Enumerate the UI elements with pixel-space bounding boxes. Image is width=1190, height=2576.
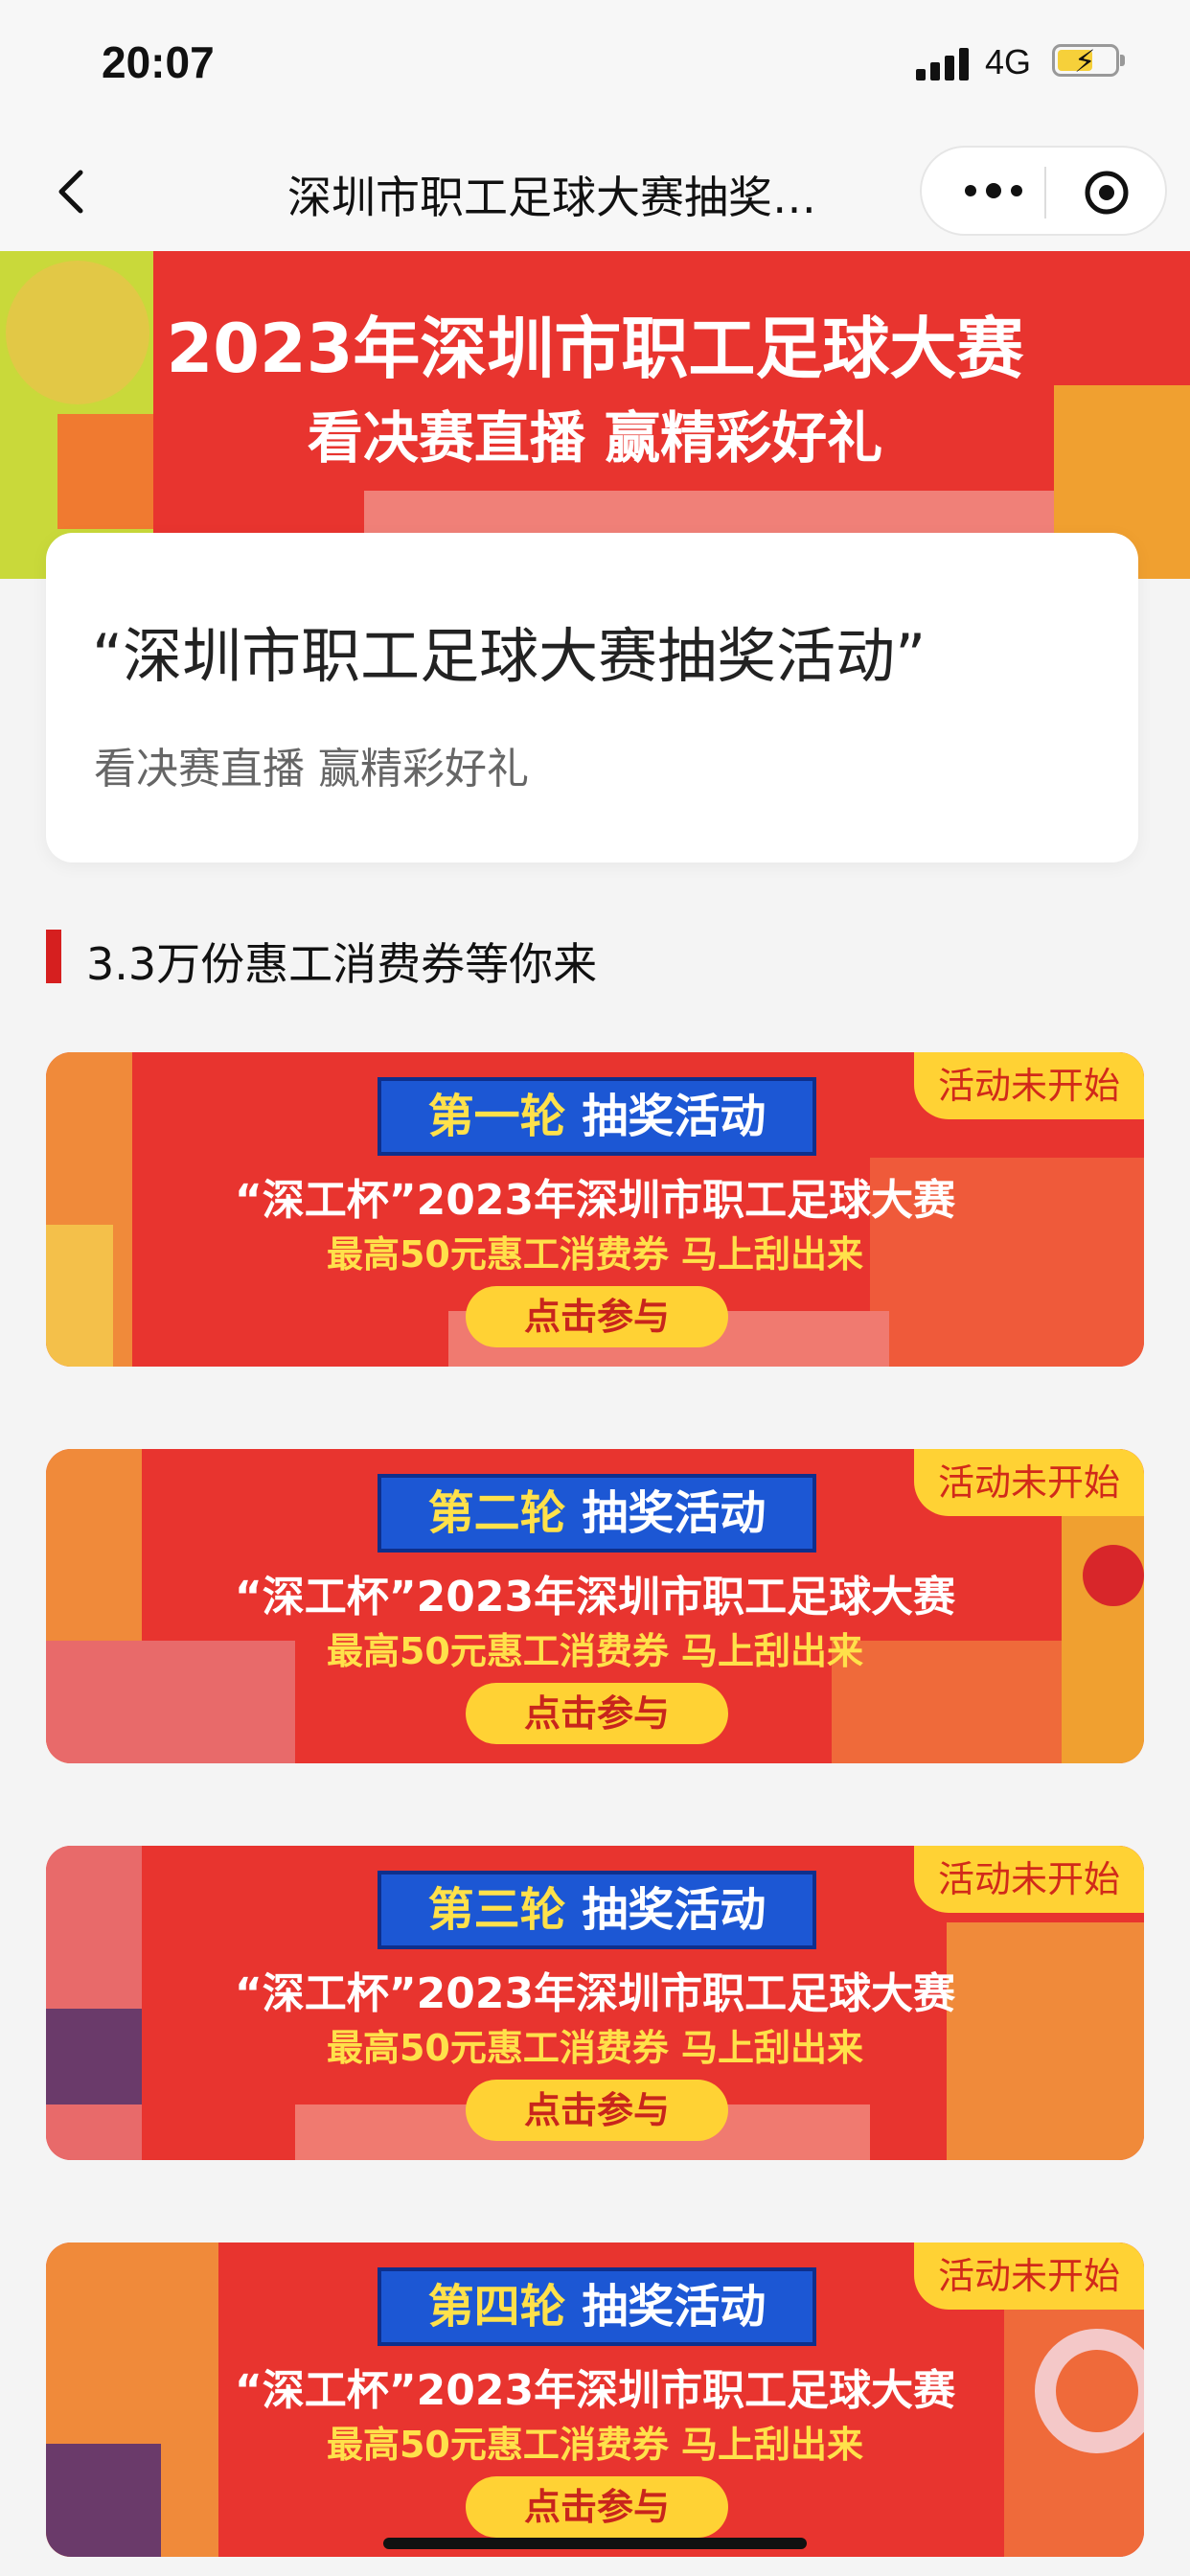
lottery-card-round-4[interactable]: 活动未开始 第四轮 抽奖活动 “深工杯”2023年深圳市职工足球大赛 最高50元… <box>46 2242 1144 2557</box>
lottery-subtitle: 最高50元惠工消费券 马上刮出来 <box>326 2027 864 2069</box>
join-button[interactable]: 点击参与 <box>466 1683 728 1744</box>
round-label: 第三轮 抽奖活动 <box>378 1871 816 1949</box>
lottery-title: “深工杯”2023年深圳市职工足球大赛 <box>234 2366 956 2415</box>
join-button[interactable]: 点击参与 <box>466 2476 728 2538</box>
mini-program-capsule <box>920 146 1167 236</box>
activity-status-badge: 活动未开始 <box>914 1449 1144 1516</box>
activity-status-badge: 活动未开始 <box>914 1052 1144 1119</box>
close-mini-program-icon[interactable] <box>1083 169 1131 217</box>
lottery-card-round-3[interactable]: 活动未开始 第三轮 抽奖活动 “深工杯”2023年深圳市职工足球大赛 最高50元… <box>46 1846 1144 2160</box>
status-bar: 20:07 4G ⚡ <box>0 0 1190 134</box>
signal-icon <box>916 48 970 80</box>
round-label: 第四轮 抽奖活动 <box>378 2267 816 2346</box>
activity-info-card: “深圳市职工足球大赛抽奖活动” 看决赛直播 赢精彩好礼 <box>46 533 1138 862</box>
more-icon[interactable] <box>962 176 1025 205</box>
lottery-card-round-2[interactable]: 活动未开始 第二轮 抽奖活动 “深工杯”2023年深圳市职工足球大赛 最高50元… <box>46 1449 1144 1763</box>
round-label: 第一轮 抽奖活动 <box>378 1077 816 1156</box>
capsule-divider <box>1044 167 1046 218</box>
lottery-subtitle: 最高50元惠工消费券 马上刮出来 <box>326 2424 864 2466</box>
activity-status-badge: 活动未开始 <box>914 1846 1144 1913</box>
hero-subtitle: 看决赛直播 赢精彩好礼 <box>307 405 883 471</box>
network-type: 4G <box>985 42 1032 81</box>
nav-bar: 深圳市职工足球大赛抽奖… <box>0 134 1190 251</box>
lottery-title: “深工杯”2023年深圳市职工足球大赛 <box>234 1573 956 1622</box>
hero-title: 2023年深圳市职工足球大赛 <box>166 310 1024 388</box>
lottery-subtitle: 最高50元惠工消费券 马上刮出来 <box>326 1630 864 1672</box>
status-time: 20:07 <box>102 37 215 87</box>
round-label: 第二轮 抽奖活动 <box>378 1474 816 1552</box>
section-title: 3.3万份惠工消费券等你来 <box>86 938 598 990</box>
join-button[interactable]: 点击参与 <box>466 1286 728 1347</box>
page-title: 深圳市职工足球大赛抽奖… <box>287 172 816 223</box>
activity-status-badge: 活动未开始 <box>914 2242 1144 2310</box>
join-button[interactable]: 点击参与 <box>466 2080 728 2141</box>
back-icon[interactable] <box>46 163 103 220</box>
home-indicator <box>383 2538 807 2549</box>
lottery-subtitle: 最高50元惠工消费券 马上刮出来 <box>326 1233 864 1276</box>
lottery-title: “深工杯”2023年深圳市职工足球大赛 <box>234 1176 956 1225</box>
activity-subtitle: 看决赛直播 赢精彩好礼 <box>94 745 529 794</box>
battery-icon: ⚡ <box>1052 43 1125 80</box>
activity-title: “深圳市职工足球大赛抽奖活动” <box>92 621 927 691</box>
hero-banner: 2023年深圳市职工足球大赛 看决赛直播 赢精彩好礼 <box>0 251 1190 579</box>
lottery-title: “深工杯”2023年深圳市职工足球大赛 <box>234 1969 956 2018</box>
lottery-card-round-1[interactable]: 活动未开始 第一轮 抽奖活动 “深工杯”2023年深圳市职工足球大赛 最高50元… <box>46 1052 1144 1367</box>
section-marker <box>46 930 61 983</box>
